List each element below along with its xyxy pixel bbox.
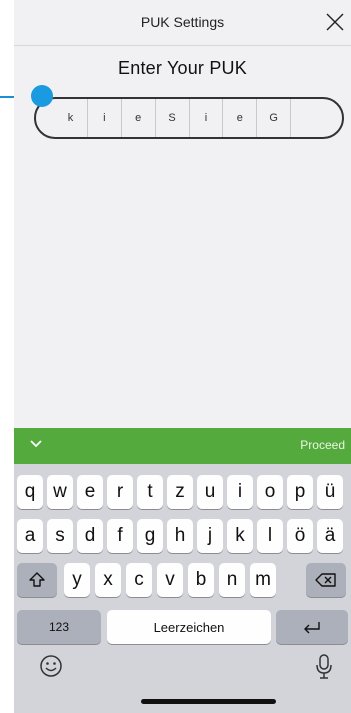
key-a-umlaut[interactable]: ä — [317, 519, 343, 553]
key-z[interactable]: z — [167, 475, 193, 509]
emoji-button[interactable] — [38, 653, 64, 679]
puk-digit-cell[interactable] — [290, 99, 324, 137]
microphone-icon — [316, 654, 332, 679]
shift-key[interactable] — [17, 563, 57, 597]
key-c[interactable]: c — [126, 563, 152, 597]
space-key[interactable]: Leerzeichen — [107, 610, 271, 644]
key-w[interactable]: w — [47, 475, 73, 509]
chevron-down-icon[interactable] — [29, 439, 43, 449]
key-s[interactable]: s — [47, 519, 73, 553]
puk-input-field[interactable]: k i e S i e G — [34, 97, 344, 139]
keyboard-row-3: y x c v b n m — [14, 563, 351, 597]
puk-digit-cell[interactable]: i — [188, 99, 223, 137]
key-e[interactable]: e — [77, 475, 103, 509]
proceed-button[interactable]: Proceed — [300, 438, 345, 452]
close-icon — [326, 13, 344, 31]
header: PUK Settings — [14, 0, 351, 46]
key-n[interactable]: n — [219, 563, 245, 597]
numbers-key[interactable]: 123 — [17, 610, 101, 644]
puk-digit-cell[interactable]: i — [86, 99, 121, 137]
puk-digit-cell[interactable]: e — [120, 99, 155, 137]
keyboard: q w e r t z u i o p ü a s d f g h j k l … — [14, 464, 351, 713]
key-l[interactable]: l — [257, 519, 283, 553]
key-x[interactable]: x — [95, 563, 121, 597]
dictation-button[interactable] — [314, 653, 334, 681]
close-button[interactable] — [323, 10, 347, 34]
emoji-icon — [40, 655, 62, 677]
key-p[interactable]: p — [287, 475, 313, 509]
enter-puk-heading: Enter Your PUK — [118, 58, 247, 78]
focus-indicator-dot — [31, 85, 53, 107]
puk-digit-cell[interactable]: S — [154, 99, 189, 137]
keyboard-row-4: 123 Leerzeichen — [14, 610, 351, 644]
key-q[interactable]: q — [17, 475, 43, 509]
return-icon — [304, 622, 320, 634]
key-u-umlaut[interactable]: ü — [317, 475, 343, 509]
key-t[interactable]: t — [137, 475, 163, 509]
backspace-icon — [315, 573, 336, 587]
key-u[interactable]: u — [197, 475, 223, 509]
key-y[interactable]: y — [64, 563, 90, 597]
key-a[interactable]: a — [17, 519, 43, 553]
key-i[interactable]: i — [227, 475, 253, 509]
puk-digit-cell[interactable]: k — [54, 99, 87, 137]
key-j[interactable]: j — [197, 519, 223, 553]
keyboard-row-1: q w e r t z u i o p ü — [14, 475, 351, 509]
key-g[interactable]: g — [137, 519, 163, 553]
page-title: PUK Settings — [140, 14, 225, 30]
key-m[interactable]: m — [250, 563, 276, 597]
puk-digit-cell[interactable]: e — [222, 99, 256, 137]
key-b[interactable]: b — [188, 563, 214, 597]
key-o[interactable]: o — [257, 475, 283, 509]
key-d[interactable]: d — [77, 519, 103, 553]
key-v[interactable]: v — [157, 563, 183, 597]
backspace-key[interactable] — [306, 563, 346, 597]
shift-icon — [29, 572, 45, 587]
key-f[interactable]: f — [107, 519, 133, 553]
key-k[interactable]: k — [227, 519, 253, 553]
key-r[interactable]: r — [107, 475, 133, 509]
keyboard-row-2: a s d f g h j k l ö ä — [14, 519, 351, 553]
puk-digit-cell[interactable]: G — [256, 99, 290, 137]
key-o-umlaut[interactable]: ö — [287, 519, 313, 553]
return-key[interactable] — [276, 610, 348, 644]
home-indicator — [141, 699, 276, 704]
key-h[interactable]: h — [167, 519, 193, 553]
keyboard-accessory-bar: Proceed — [14, 428, 351, 464]
